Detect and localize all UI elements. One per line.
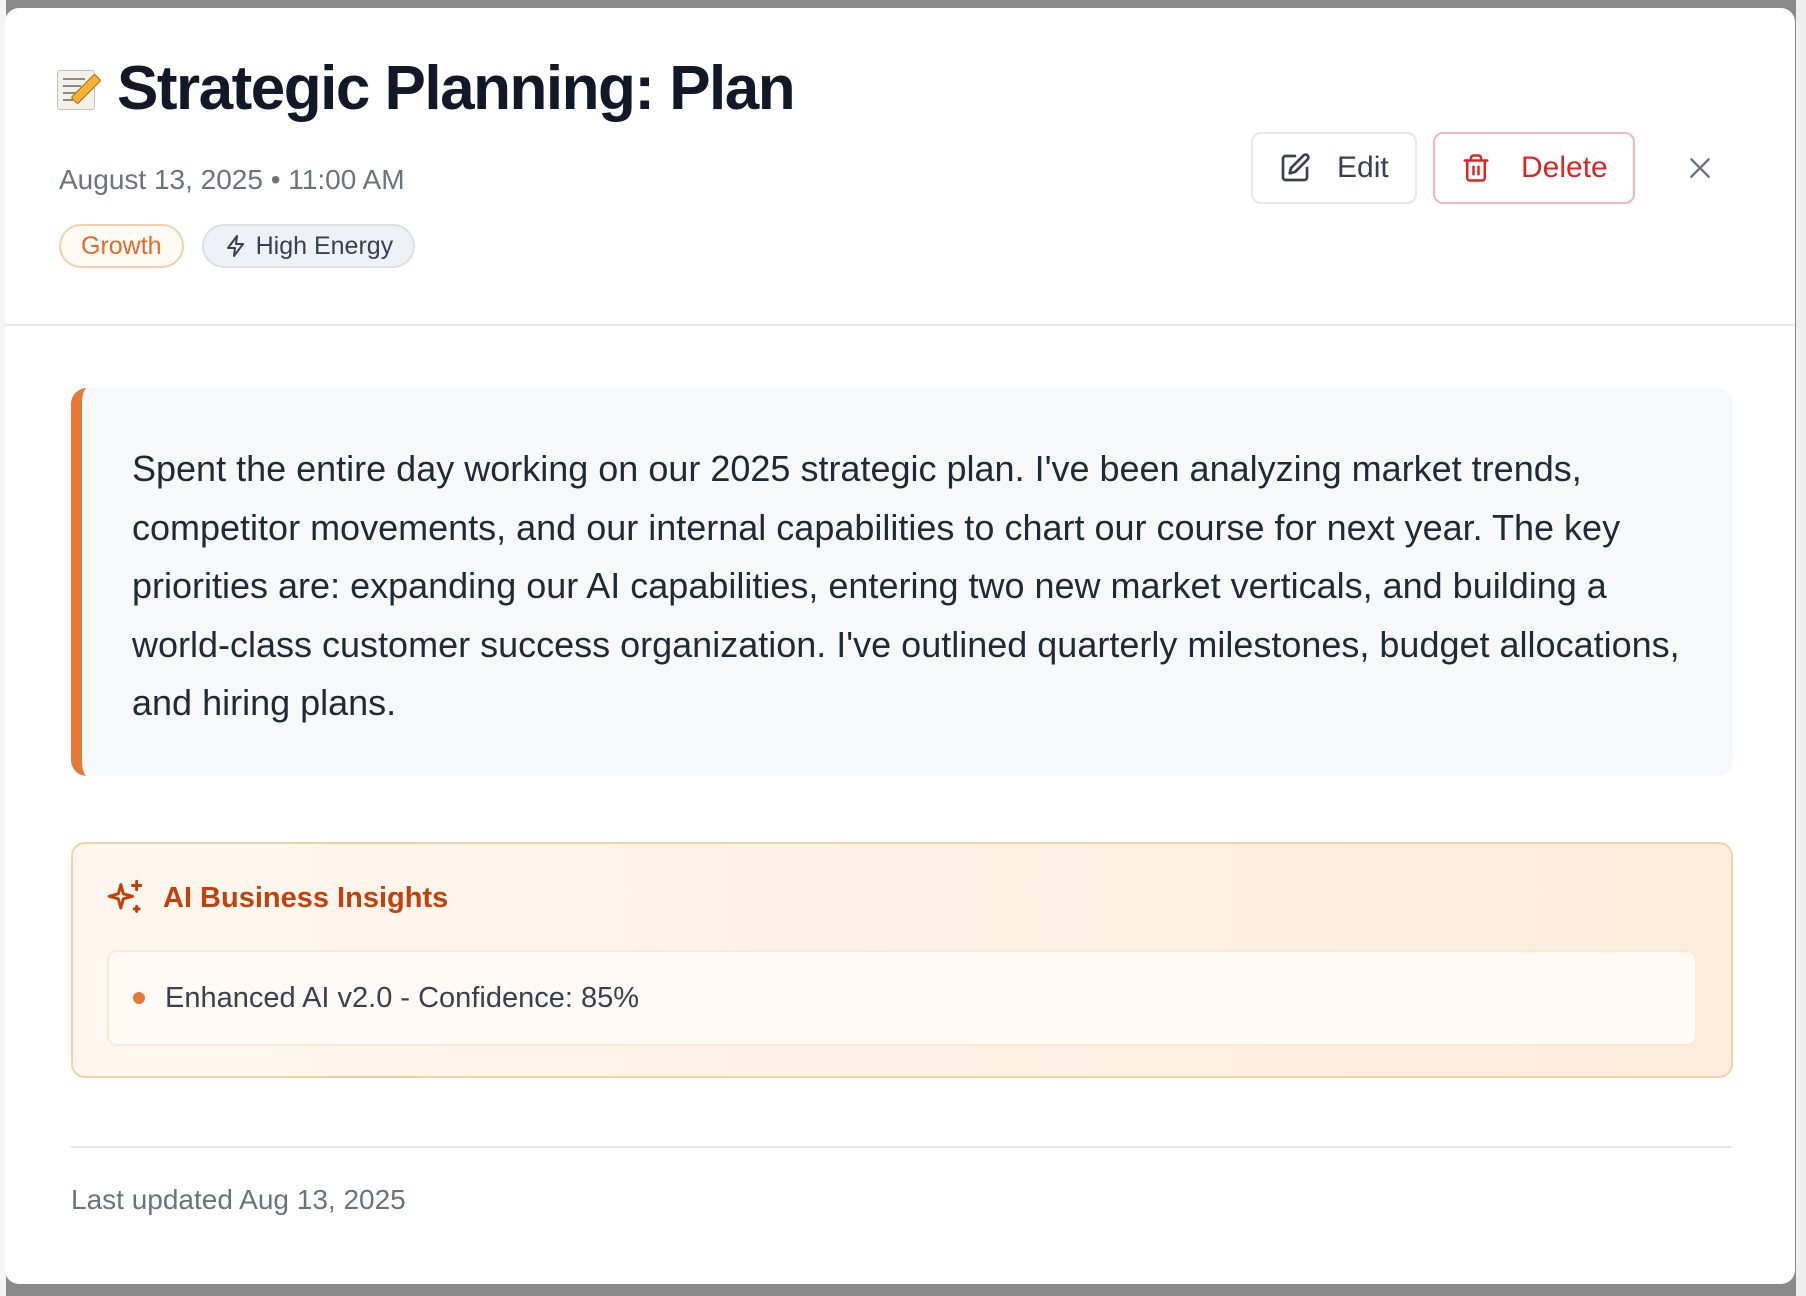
close-icon <box>1690 158 1710 178</box>
pencil-square-icon <box>1281 153 1310 182</box>
insight-text: Enhanced AI v2.0 - Confidence: 85% <box>165 981 639 1014</box>
bullet-dot <box>133 992 145 1004</box>
edit-button-label: Edit <box>1337 151 1389 184</box>
entry-datetime: August 13, 2025 • 11:00 AM <box>59 164 405 195</box>
ai-insights-header: AI Business Insights <box>105 878 448 918</box>
edit-button[interactable]: Edit <box>1251 132 1417 204</box>
ai-insights-title: AI Business Insights <box>163 881 449 914</box>
page-title: Strategic Planning: Plan <box>117 54 796 123</box>
entry-detail-modal: Strategic Planning: Plan August 13, 2025… <box>5 8 1795 1284</box>
close-button[interactable] <box>1675 143 1725 193</box>
energy-tag: High Energy <box>201 224 416 268</box>
tag-list: Growth High Energy <box>59 224 416 268</box>
trash-icon <box>1463 154 1489 182</box>
category-tag: Growth <box>59 224 184 268</box>
ai-insights-panel: AI Business Insights Enhanced AI v2.0 - … <box>71 842 1733 1078</box>
sparkles-icon <box>107 879 143 913</box>
modal-header: Strategic Planning: Plan August 13, 2025… <box>5 8 1795 326</box>
delete-button-label: Delete <box>1521 151 1608 184</box>
entry-content: Spent the entire day working on our 2025… <box>132 448 1680 723</box>
lightning-icon <box>226 235 244 257</box>
last-updated: Last updated Aug 13, 2025 <box>71 1184 406 1215</box>
title-row: Strategic Planning: Plan <box>55 54 796 123</box>
delete-button[interactable]: Delete <box>1433 132 1635 204</box>
entry-content-card: Spent the entire day working on our 2025… <box>71 388 1733 776</box>
footer-divider <box>71 1146 1733 1148</box>
category-tag-label: Growth <box>81 231 162 260</box>
header-actions: Edit Delete <box>1251 132 1725 204</box>
insight-item: Enhanced AI v2.0 - Confidence: 85% <box>107 950 1697 1046</box>
memo-icon <box>55 66 102 112</box>
background-page-edge-right <box>1796 0 1806 1296</box>
energy-tag-label: High Energy <box>255 231 394 260</box>
